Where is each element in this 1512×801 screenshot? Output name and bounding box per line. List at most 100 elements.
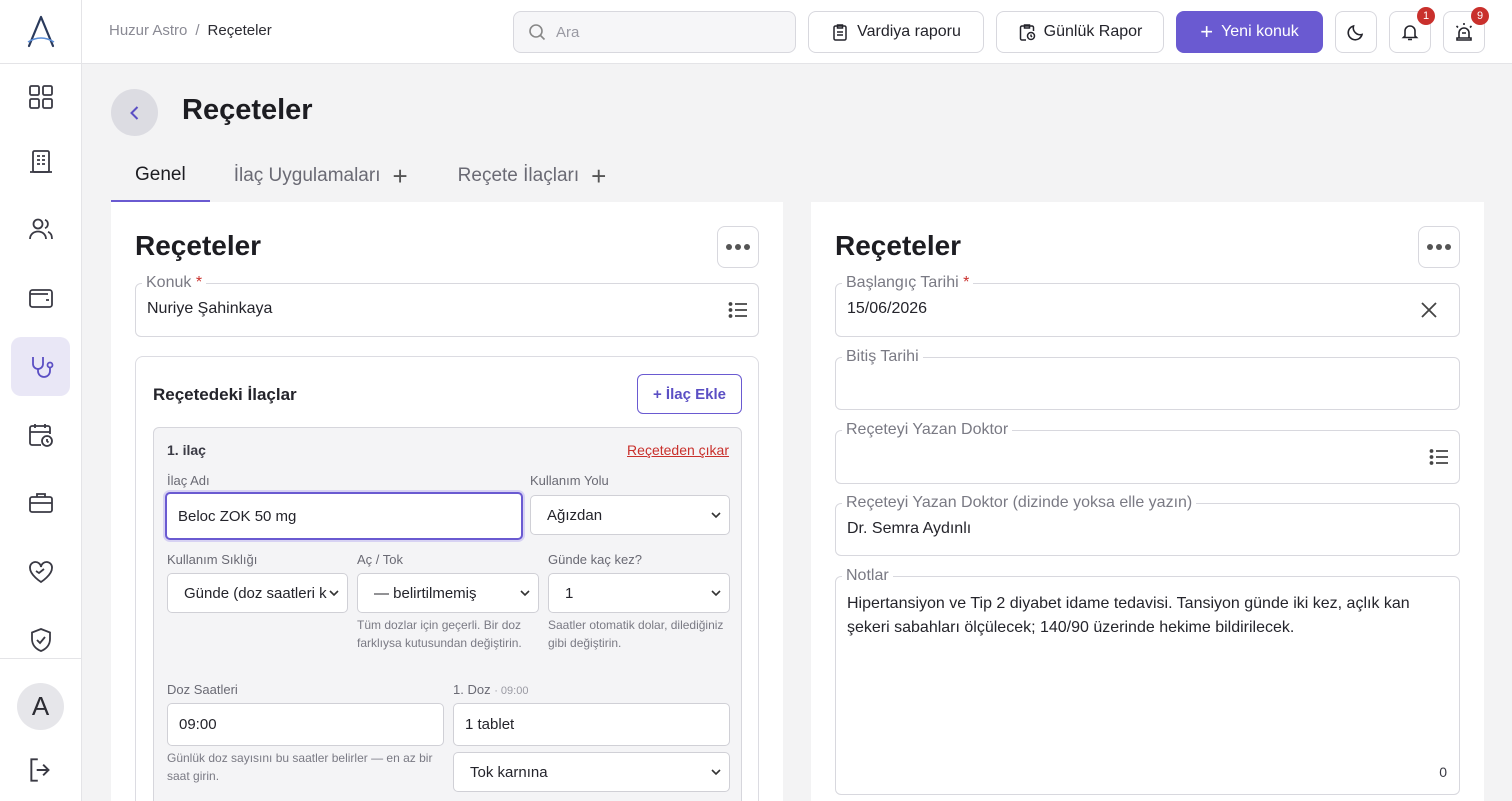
start-date-value: 15/06/2026	[847, 300, 928, 317]
shield-check-icon	[30, 627, 51, 652]
dose-1-amount-input[interactable]: 1 tablet	[453, 703, 730, 746]
sidebar-item-health[interactable]	[11, 337, 70, 396]
tab-general[interactable]: Genel	[111, 150, 210, 202]
breadcrumb-current: Reçeteler	[207, 22, 272, 39]
plus-icon: +	[1200, 19, 1214, 44]
section-title: Reçetedeki İlaçlar	[153, 385, 297, 404]
moon-icon	[1347, 24, 1364, 41]
times-help-text: Saatler otomatik dolar, dilediğiniz gibi…	[548, 618, 724, 650]
route-select[interactable]: Ağızdan	[530, 495, 730, 535]
search-icon	[529, 24, 546, 41]
chevron-down-icon	[709, 586, 723, 600]
clear-icon[interactable]	[1417, 298, 1441, 322]
doctor-manual-field[interactable]: Reçeteyi Yazan Doktor (dizinde yoksa ell…	[835, 493, 1460, 556]
meal-label: Aç / Tok	[357, 552, 404, 567]
route-label: Kullanım Yolu	[530, 473, 609, 488]
sidebar-item-care[interactable]	[11, 542, 70, 601]
sidebar-item-staff[interactable]	[11, 473, 70, 532]
topbar: Huzur Astro / Reçeteler Vardiya raporu G…	[82, 0, 1512, 64]
shift-report-button[interactable]: Vardiya raporu	[808, 11, 984, 53]
avatar[interactable]: A	[17, 683, 64, 730]
chevron-down-icon	[709, 765, 723, 779]
medication-name-input[interactable]: Beloc ZOK 50 mg	[165, 492, 523, 540]
chevron-down-icon	[709, 508, 723, 522]
plus-icon[interactable]: +	[392, 163, 407, 189]
dose-hours-help-text: Günlük doz sayısını bu saatler belirler …	[167, 751, 433, 783]
search-input[interactable]	[556, 23, 776, 41]
dose-hours-input[interactable]: 09:00	[167, 703, 444, 746]
times-per-day-select[interactable]: 1	[548, 573, 730, 613]
medication-item-title: 1. ilaç	[167, 442, 206, 458]
medication-name-label: İlaç Adı	[167, 473, 210, 488]
sidebar-bottom: A	[0, 658, 82, 801]
notifications-button[interactable]: 1	[1389, 7, 1435, 53]
theme-toggle-button[interactable]	[1335, 11, 1377, 53]
notes-label: Notlar	[842, 566, 893, 586]
prescription-card-left: Reçeteler Konuk * Nuriye Şahinkaya Reçet…	[111, 202, 783, 801]
tab-general-label: Genel	[135, 164, 186, 185]
more-options-button[interactable]	[717, 226, 759, 268]
start-date-field[interactable]: Başlangıç Tarihi * 15/06/2026	[835, 273, 1460, 337]
wallet-icon	[28, 288, 53, 308]
notes-value: Hipertansiyon ve Tip 2 diyabet idame ted…	[847, 595, 1410, 636]
breadcrumb: Huzur Astro / Reçeteler	[109, 22, 272, 39]
list-icon[interactable]	[1427, 445, 1451, 469]
calendar-clock-icon	[28, 423, 53, 447]
chevron-down-icon	[327, 586, 341, 600]
plus-icon[interactable]: +	[591, 163, 606, 189]
end-date-field[interactable]: Bitiş Tarihi	[835, 347, 1460, 410]
sidebar-item-calendar[interactable]	[11, 405, 70, 464]
new-guest-button[interactable]: + Yeni konuk	[1176, 11, 1323, 53]
tab-medication-applications[interactable]: İlaç Uygulamaları +	[210, 150, 432, 202]
medication-item: 1. ilaç Reçeteden çıkar İlaç Adı Beloc Z…	[153, 427, 742, 801]
alarm-badge: 9	[1471, 7, 1489, 25]
logout-icon[interactable]	[26, 755, 56, 785]
dose-1-meal-select[interactable]: Tok karnına	[453, 752, 730, 792]
notes-field[interactable]: Notlar Hipertansiyon ve Tip 2 diyabet id…	[835, 566, 1460, 795]
breadcrumb-root[interactable]: Huzur Astro	[109, 22, 187, 39]
clipboard-clock-icon	[1019, 24, 1035, 41]
clipboard-icon	[833, 24, 847, 41]
list-icon[interactable]	[726, 298, 750, 322]
alarm-button[interactable]: 9	[1443, 7, 1489, 53]
guest-field-value: Nuriye Şahinkaya	[147, 300, 273, 317]
tab-prescription-medications[interactable]: Reçete İlaçları +	[434, 150, 631, 202]
sidebar-item-guests[interactable]	[11, 199, 70, 258]
guest-field[interactable]: Konuk * Nuriye Şahinkaya	[135, 273, 759, 337]
times-per-day-label: Günde kaç kez?	[548, 552, 642, 567]
prescription-card-right: Reçeteler Başlangıç Tarihi * 15/06/2026 …	[811, 202, 1484, 801]
doctor-manual-label: Reçeteyi Yazan Doktor (dizinde yoksa ell…	[842, 493, 1197, 513]
card-title: Reçeteler	[135, 230, 262, 261]
sidebar-item-security[interactable]	[11, 610, 70, 658]
doctor-label: Reçeteyi Yazan Doktor	[842, 420, 1013, 440]
sidebar-item-wallet[interactable]	[11, 268, 70, 327]
dose-hours-label: Doz Saatleri	[167, 682, 238, 697]
search-box	[513, 11, 796, 53]
meal-select[interactable]: — belirtilmemiş	[357, 573, 539, 613]
users-icon	[28, 218, 53, 239]
tab-prescription-medications-label: Reçete İlaçları	[457, 165, 580, 186]
astro-logo-icon[interactable]	[0, 0, 82, 64]
back-button[interactable]	[111, 89, 158, 136]
card-title: Reçeteler	[835, 230, 962, 261]
shift-report-label: Vardiya raporu	[857, 23, 961, 40]
guest-field-label: Konuk *	[142, 273, 207, 293]
stethoscope-icon	[31, 356, 53, 378]
more-options-button[interactable]	[1418, 226, 1460, 268]
add-medication-button[interactable]: + İlaç Ekle	[637, 374, 742, 414]
daily-report-button[interactable]: Günlük Rapor	[996, 11, 1164, 53]
siren-icon	[1455, 23, 1473, 41]
briefcase-icon	[28, 492, 53, 513]
frequency-select[interactable]: Günde (doz saatleri k	[167, 573, 348, 613]
frequency-label: Kullanım Sıklığı	[167, 552, 258, 567]
grid-icon	[28, 84, 53, 109]
tab-medication-applications-label: İlaç Uygulamaları	[233, 165, 381, 186]
sidebar-item-dashboard[interactable]	[11, 67, 70, 126]
doctor-field[interactable]: Reçeteyi Yazan Doktor	[835, 420, 1460, 484]
heart-hand-icon	[28, 560, 53, 583]
remove-medication-link[interactable]: Reçeteden çıkar	[627, 442, 729, 458]
dose-1-label: 1. Doz · 09:00	[453, 682, 529, 697]
chevron-left-icon	[129, 105, 138, 120]
sidebar: A	[0, 0, 82, 801]
sidebar-item-reports[interactable]	[11, 131, 70, 190]
